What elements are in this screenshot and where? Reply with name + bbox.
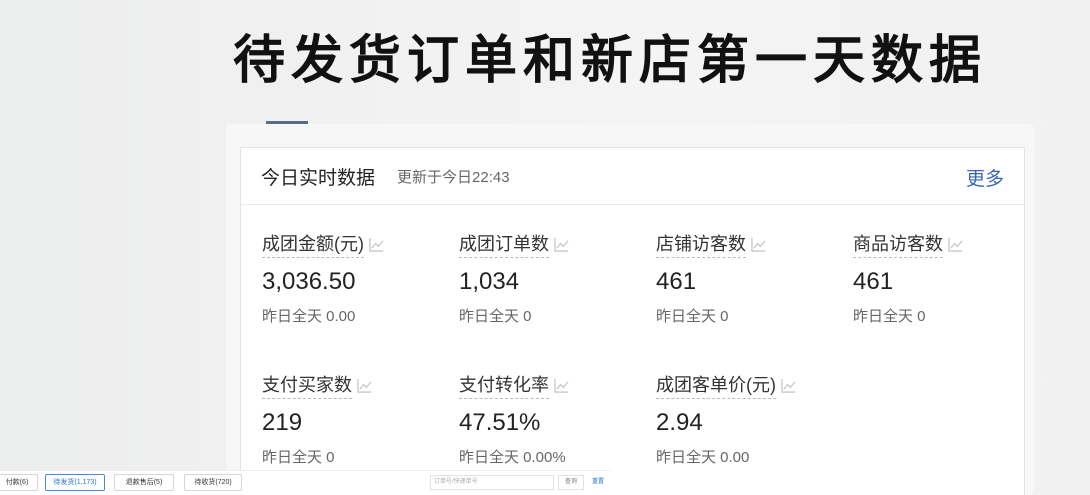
card-header: 今日实时数据 更新于今日22:43 更多 <box>241 148 1024 205</box>
metric-yesterday: 昨日全天 0 <box>262 449 335 466</box>
metric-label[interactable]: 成团客单价(元) <box>656 371 776 399</box>
metric-group-orders: 成团订单数 1,034 昨日全天 0 <box>459 232 649 326</box>
metric-group-store-visitors: 店铺访客数 461 昨日全天 0 <box>656 232 846 326</box>
metric-label[interactable]: 成团订单数 <box>459 230 549 258</box>
metric-value: 1,034 <box>459 268 520 295</box>
metric-group-conversion: 支付转化率 47.51% 昨日全天 0.00% <box>459 373 649 467</box>
trend-chart-icon[interactable] <box>948 237 963 252</box>
metric-group-buyers: 支付买家数 219 昨日全天 0 <box>262 373 452 467</box>
tab-pending-ship[interactable]: 待发货(1,173) <box>45 474 105 491</box>
metric-yesterday: 昨日全天 0 <box>459 308 532 325</box>
trend-chart-icon[interactable] <box>781 378 796 393</box>
tab-refund[interactable]: 退款售后(5) <box>114 474 174 491</box>
metric-yesterday: 昨日全天 0 <box>656 308 729 325</box>
metric-group-amount: 成团金额(元) 3,036.50 昨日全天 0.00 <box>262 232 452 326</box>
tab-unpaid[interactable]: 付款(6) <box>0 474 38 491</box>
metric-value: 2.94 <box>656 409 703 436</box>
metric-value: 219 <box>262 409 303 436</box>
query-button[interactable]: 查询 <box>558 475 584 490</box>
metric-group-product-visitors: 商品访客数 461 昨日全天 0 <box>853 232 1043 326</box>
order-search-input[interactable]: 订单号/快递单号 <box>430 475 554 490</box>
trend-chart-icon[interactable] <box>751 237 766 252</box>
trend-chart-icon[interactable] <box>357 378 372 393</box>
metric-label[interactable]: 支付买家数 <box>262 371 352 399</box>
metric-label[interactable]: 店铺访客数 <box>656 230 746 258</box>
metric-yesterday: 昨日全天 0.00 <box>262 308 356 325</box>
realtime-data-card: 今日实时数据 更新于今日22:43 更多 成团金额(元) 3,036.50 昨日… <box>240 147 1025 495</box>
reset-link[interactable]: 重置 <box>592 475 604 490</box>
metric-group-avg-price: 成团客单价(元) 2.94 昨日全天 0.00 <box>656 373 846 467</box>
trend-chart-icon[interactable] <box>369 237 384 252</box>
metric-yesterday: 昨日全天 0.00% <box>459 449 566 466</box>
trend-chart-icon[interactable] <box>554 237 569 252</box>
metric-value: 461 <box>853 268 894 295</box>
active-tab-indicator <box>266 121 308 124</box>
metric-label[interactable]: 支付转化率 <box>459 371 549 399</box>
trend-chart-icon[interactable] <box>554 378 569 393</box>
tab-pending-receive[interactable]: 待收货(720) <box>184 474 242 491</box>
metric-label[interactable]: 商品访客数 <box>853 230 943 258</box>
metric-yesterday: 昨日全天 0.00 <box>656 449 750 466</box>
headline: 待发货订单和新店第一天数据 <box>232 31 987 91</box>
metric-label[interactable]: 成团金额(元) <box>262 230 364 258</box>
update-time: 更新于今日22:43 <box>397 168 510 186</box>
metric-value: 47.51% <box>459 409 541 436</box>
metric-value: 3,036.50 <box>262 268 356 295</box>
metric-yesterday: 昨日全天 0 <box>853 308 926 325</box>
metric-value: 461 <box>656 268 697 295</box>
card-title: 今日实时数据 <box>261 167 376 189</box>
more-link[interactable]: 更多 <box>966 164 1004 191</box>
order-filter-toolbar: 付款(6) 待发货(1,173) 退款售后(5) 待收货(720) 订单号/快递… <box>0 470 610 495</box>
